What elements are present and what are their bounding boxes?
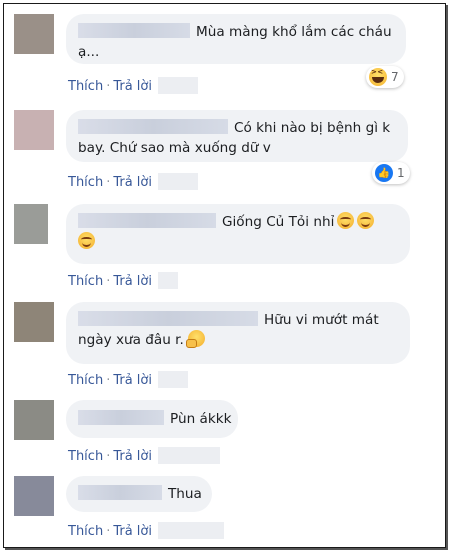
like-button[interactable]: Thích [68,175,103,190]
like-button[interactable]: Thích [68,449,103,464]
reaction-summary[interactable]: 7 [366,66,404,88]
comment-bubble: Pùn ákkk [66,400,238,438]
reaction-count: 7 [391,70,399,84]
avatar[interactable] [14,400,54,440]
redacted-username[interactable] [78,485,162,500]
redacted-username[interactable] [78,23,190,38]
reply-button[interactable]: Trả lời [113,175,152,190]
comment-bubble: Hữu vi mướt mát ngày xưa đâu r. [66,302,410,364]
thinking-face-icon [186,330,206,348]
reaction-summary[interactable]: 👍 1 [372,162,410,184]
separator: · [106,524,111,539]
comment-text: Pùn ákkk [170,411,232,427]
redacted-username[interactable] [78,119,228,134]
reaction-count: 1 [397,166,405,180]
reply-button[interactable]: Trả lời [113,449,152,464]
comment-text: ạ... [78,44,100,60]
redacted-timestamp [157,522,224,539]
comment-text: Hữu vi mướt mát [264,312,379,328]
like-button[interactable]: Thích [68,373,103,388]
haha-reaction-icon [369,68,387,86]
like-button[interactable]: Thích [68,524,103,539]
comment-bubble: Mùa màng khổ lắm các cháu ạ... [66,14,406,64]
comment-text: Giống Củ Tỏi nhỉ [222,214,335,230]
separator: · [106,449,111,464]
comment-text: Thua [168,486,202,502]
avatar[interactable] [14,14,54,54]
comment-actions: Thích · Trả lời [68,447,220,464]
comment-text: bay. Chứ sao mà xuống dữ v [78,140,271,156]
separator: · [106,79,111,94]
reply-button[interactable]: Trả lời [113,79,152,94]
redacted-username[interactable] [78,410,164,425]
smiling-face-icon [357,212,375,229]
comment-bubble: Thua [66,476,212,512]
reply-button[interactable]: Trả lời [113,274,152,289]
comment-text: Mùa màng khổ lắm các cháu [196,24,392,40]
separator: · [106,175,111,190]
smiling-face-icon [337,212,355,229]
redacted-timestamp [157,272,178,289]
comment-actions: Thích · Trả lời [68,522,224,539]
redacted-timestamp [157,77,198,94]
comment-actions: Thích · Trả lời [68,371,188,388]
comment-text: ngày xưa đâu r. [78,332,184,348]
avatar[interactable] [14,110,54,150]
avatar[interactable] [14,204,48,244]
reply-button[interactable]: Trả lời [113,524,152,539]
smiling-face-icon [78,232,95,249]
comment-actions: Thích · Trả lời [68,173,198,190]
comment-bubble: Giống Củ Tỏi nhỉ [66,204,410,264]
redacted-timestamp [157,371,188,388]
redacted-username[interactable] [78,213,216,228]
avatar[interactable] [14,302,54,342]
comment-actions: Thích · Trả lời [68,77,198,94]
comment-thread: Mùa màng khổ lắm các cháu ạ... 7 Thích·T… [3,3,446,548]
separator: · [106,373,111,388]
redacted-timestamp [157,447,220,464]
separator: · [106,274,111,289]
comment-bubble: Có khi nào bị bệnh gì k bay. Chứ sao mà … [66,110,408,162]
comment-text: Có khi nào bị bệnh gì k [234,120,391,136]
like-button[interactable]: Thích [68,274,103,289]
reply-button[interactable]: Trả lời [113,373,152,388]
redacted-username[interactable] [78,311,258,326]
avatar[interactable] [14,476,54,516]
redacted-timestamp [157,173,198,190]
like-button[interactable]: Thích [68,79,103,94]
comment-actions: Thích · Trả lời [68,272,178,289]
like-reaction-icon: 👍 [375,164,393,182]
